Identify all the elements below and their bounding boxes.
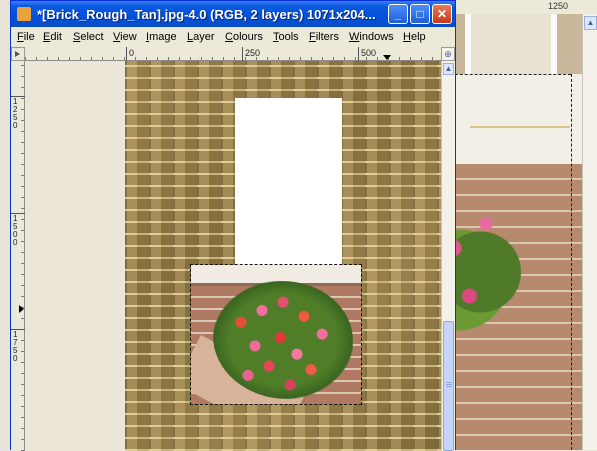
menu-help[interactable]: Help — [403, 31, 426, 43]
close-button[interactable]: ✕ — [432, 4, 452, 24]
image-canvas[interactable] — [25, 61, 441, 451]
ruler-pointer-marker — [19, 305, 24, 313]
ruler-label-1500: 1500 — [13, 214, 18, 247]
photo-window-sill — [450, 74, 583, 164]
selection-marquee-right — [571, 74, 572, 450]
window-title: *[Brick_Rough_Tan].jpg-4.0 (RGB, 2 layer… — [37, 7, 376, 22]
ruler-tick — [126, 47, 127, 61]
arrow-up-icon[interactable]: ▲ — [443, 63, 454, 75]
ruler-label-1250: 1250 — [13, 97, 18, 130]
arrow-up-icon[interactable]: ▲ — [584, 16, 597, 30]
vertical-scrollbar[interactable]: ▲ — [441, 61, 455, 451]
ruler-label-1750: 1750 — [13, 330, 18, 363]
menu-windows[interactable]: Windows — [349, 31, 394, 43]
menu-image[interactable]: Image — [146, 31, 177, 43]
background-vertical-scrollbar[interactable]: ▲ — [582, 14, 597, 450]
minimize-button[interactable]: _ — [388, 4, 408, 24]
menu-edit[interactable]: Edit — [43, 31, 62, 43]
selection-marquee-top — [450, 74, 571, 75]
menu-filters[interactable]: Filters — [309, 31, 339, 43]
canvas-padding — [25, 61, 125, 451]
photo-window-frame — [465, 14, 557, 74]
menu-tools[interactable]: Tools — [273, 31, 299, 43]
ruler-label-0: 0 — [129, 48, 135, 58]
menu-bar: File Edit Select View Image Layer Colour… — [11, 27, 455, 47]
ruler-pointer-marker — [383, 55, 391, 60]
menu-select[interactable]: Select — [73, 31, 104, 43]
scrollbar-thumb[interactable] — [443, 321, 454, 451]
photo-sill-line — [470, 126, 570, 128]
title-bar[interactable]: *[Brick_Rough_Tan].jpg-4.0 (RGB, 2 layer… — [11, 1, 455, 27]
horizontal-ruler[interactable]: 0 250 500 — [25, 47, 441, 61]
vertical-ruler[interactable]: 1250 1500 1750 — [11, 61, 25, 451]
quick-mask-icon[interactable] — [11, 47, 25, 61]
background-ruler-label: 1250 — [548, 1, 569, 11]
menu-view[interactable]: View — [113, 31, 137, 43]
window-opening — [235, 98, 342, 266]
ruler-label-500: 500 — [361, 48, 377, 58]
image-window: *[Brick_Rough_Tan].jpg-4.0 (RGB, 2 layer… — [10, 0, 456, 451]
ruler-label-250: 250 — [245, 48, 261, 58]
maximize-button[interactable]: □ — [410, 4, 430, 24]
ruler-tick — [242, 47, 243, 61]
menu-file[interactable]: File — [17, 31, 35, 43]
gimp-icon[interactable] — [17, 7, 31, 21]
flower-layer-selection[interactable] — [190, 264, 362, 405]
ruler-tick — [358, 47, 359, 61]
magnifier-icon[interactable]: ⊕ — [441, 47, 455, 61]
menu-colours[interactable]: Colours — [225, 31, 263, 43]
menu-layer[interactable]: Layer — [187, 31, 215, 43]
